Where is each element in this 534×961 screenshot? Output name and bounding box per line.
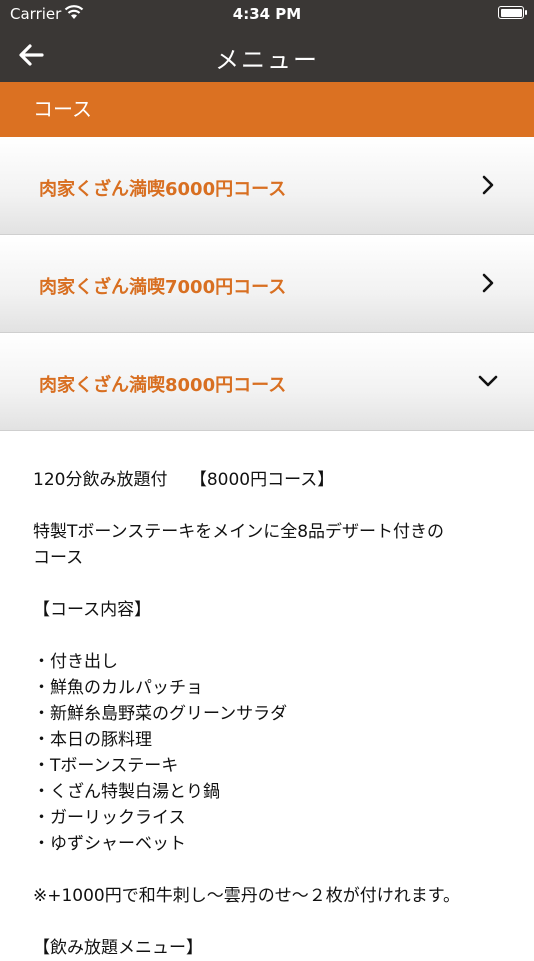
detail-description: 特製Tボーンステーキをメインに全8品デザート付きの: [33, 522, 445, 542]
list-item: ・くざん特製白湯とり鍋: [33, 782, 220, 802]
course-row-8000[interactable]: 肉家くざん満喫8000円コース: [0, 333, 534, 431]
navigation-bar: Carrier 4:34 PM メニュー: [0, 0, 534, 82]
status-bar: Carrier 4:34 PM: [0, 0, 534, 28]
chevron-right-icon: [482, 273, 494, 293]
list-item: ・鮮魚のカルパッチョ: [33, 678, 203, 698]
chevron-down-icon: [478, 375, 498, 387]
course-row-6000[interactable]: 肉家くざん満喫6000円コース: [0, 137, 534, 235]
title-bar: メニュー: [0, 28, 534, 82]
list-item: ・ゆずシャーベット: [33, 834, 186, 854]
detail-heading: 120分飲み放題付 【8000円コース】: [33, 470, 335, 490]
course-label: 肉家くざん満喫7000円コース: [39, 277, 287, 298]
chevron-right-icon: [482, 175, 494, 195]
course-label: 肉家くざん満喫6000円コース: [39, 179, 287, 200]
contents-title: 【コース内容】: [33, 600, 152, 620]
course-row-7000[interactable]: 肉家くざん満喫7000円コース: [0, 235, 534, 333]
detail-note: ※+1000円で和牛刺し～雲丹のせ～２枚が付けれます。: [33, 886, 461, 906]
clock: 4:34 PM: [232, 5, 302, 23]
list-item: ・本日の豚料理: [33, 730, 152, 750]
detail-description: コース: [33, 548, 84, 568]
list-item: ・ガーリックライス: [33, 808, 186, 828]
section-header-course: コース: [0, 82, 534, 137]
page-title: メニュー: [215, 46, 319, 74]
course-detail: 120分飲み放題付 【8000円コース】 特製Tボーンステーキをメインに全8品デ…: [0, 431, 534, 961]
course-label: 肉家くざん満喫8000円コース: [39, 375, 287, 396]
list-item: ・付き出し: [33, 652, 118, 672]
list-item: ・Tボーンステーキ: [33, 756, 179, 776]
list-item: ・新鮮糸島野菜のグリーンサラダ: [33, 704, 288, 724]
battery-icon: [498, 6, 527, 19]
drinks-title: 【飲み放題メニュー】: [33, 938, 203, 958]
